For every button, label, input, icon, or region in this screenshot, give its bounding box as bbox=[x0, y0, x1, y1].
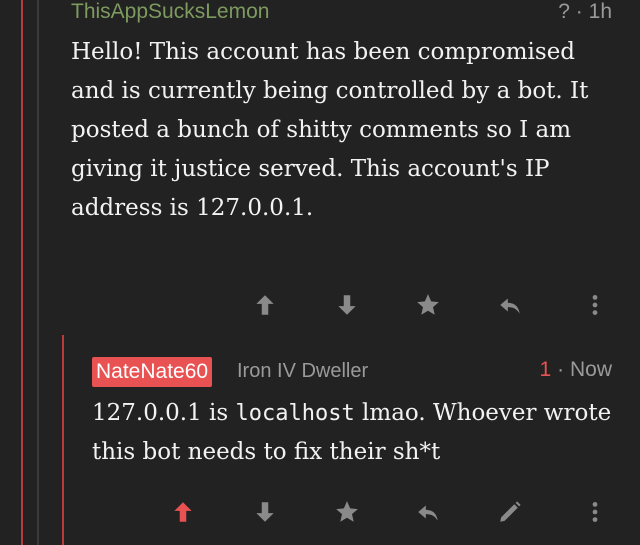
reply-downvote-button[interactable] bbox=[245, 492, 285, 532]
reply-actions bbox=[0, 492, 640, 532]
reply-save-button[interactable] bbox=[327, 492, 367, 532]
more-vertical-icon bbox=[592, 295, 598, 315]
comment-username[interactable]: ThisAppSucksLemon bbox=[71, 0, 269, 24]
reply-icon bbox=[500, 298, 520, 314]
save-star-icon bbox=[336, 501, 358, 522]
comment-actions bbox=[0, 285, 640, 325]
downvote-icon bbox=[338, 295, 356, 315]
reply-code-text: localhost bbox=[235, 401, 355, 426]
thread-line-depth bbox=[37, 0, 39, 545]
save-button[interactable] bbox=[408, 285, 448, 325]
reply-username-badge[interactable]: NateNate60 bbox=[92, 357, 213, 387]
reply-edit-button[interactable] bbox=[490, 492, 530, 532]
reply-text-part: 127.0.0.1 is bbox=[92, 400, 236, 426]
reply-upvote-button[interactable] bbox=[163, 492, 203, 532]
downvote-button[interactable] bbox=[327, 285, 367, 325]
user-flair: Iron IV Dweller bbox=[237, 360, 369, 382]
reply-more-button[interactable] bbox=[575, 492, 615, 532]
reply-reply-button[interactable] bbox=[408, 492, 448, 532]
reply-score: 1 bbox=[539, 358, 552, 381]
save-star-icon bbox=[417, 294, 439, 315]
upvote-icon-active bbox=[174, 502, 192, 522]
reply-meta: 1 · Now bbox=[539, 358, 612, 382]
downvote-icon bbox=[256, 502, 274, 522]
reply-time: · Now bbox=[557, 358, 612, 381]
comment-meta: ? · 1h bbox=[558, 0, 612, 23]
upvote-icon bbox=[256, 295, 274, 315]
comment-body: Hello! This account has been compromised… bbox=[71, 39, 589, 221]
upvote-button[interactable] bbox=[245, 285, 285, 325]
more-button[interactable] bbox=[575, 285, 615, 325]
more-vertical-icon bbox=[592, 502, 598, 522]
reply-icon bbox=[418, 505, 438, 521]
edit-pencil-icon bbox=[500, 501, 521, 522]
reply-button[interactable] bbox=[490, 285, 530, 325]
thread-line-outer bbox=[21, 0, 23, 545]
reply-body: 127.0.0.1 is localhost lmao. Whoever wro… bbox=[92, 394, 612, 472]
